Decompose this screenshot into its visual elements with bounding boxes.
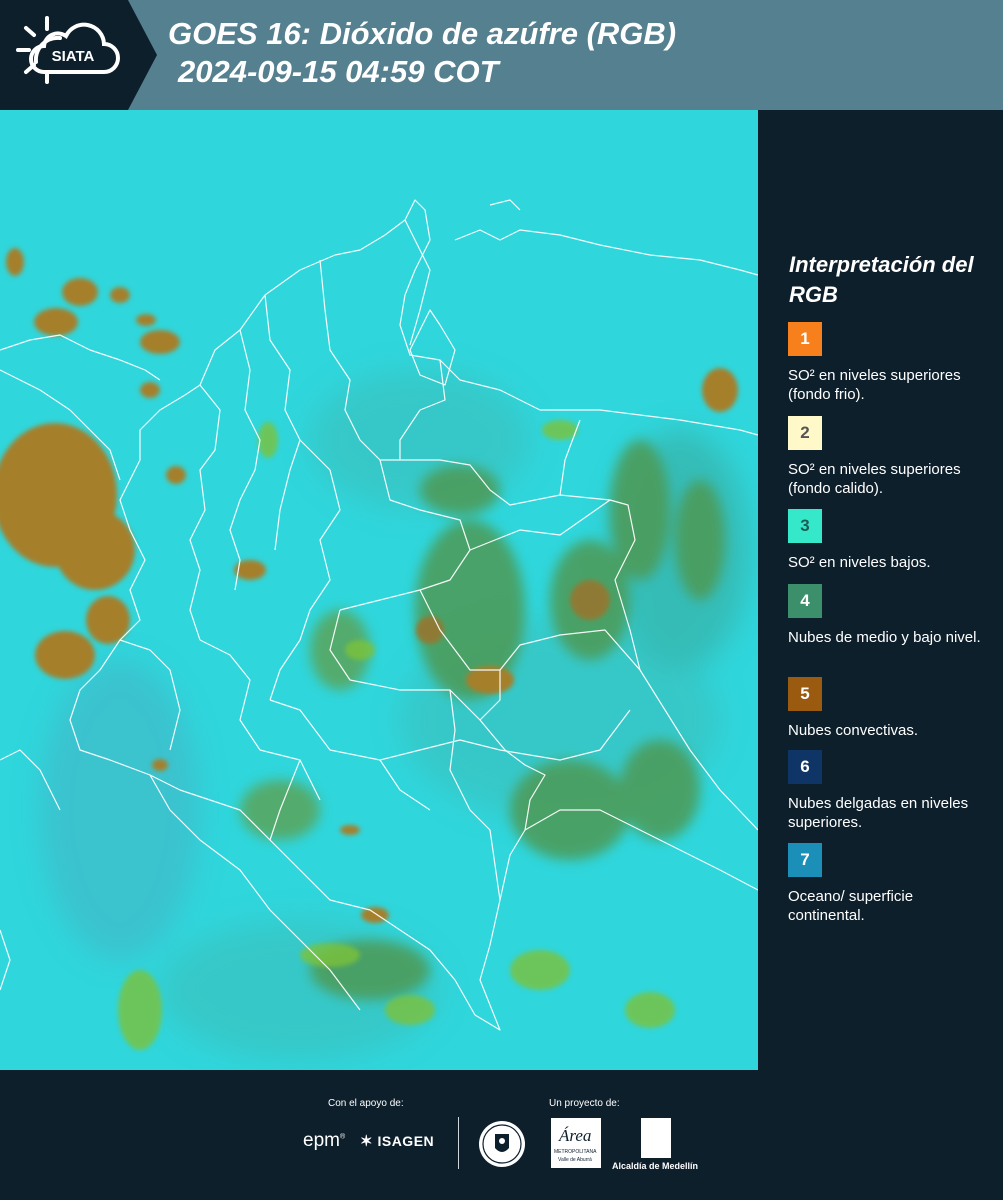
page-timestamp: 2024-09-15 04:59 COT bbox=[178, 54, 499, 89]
legend-item-7: 7 Oceano/ superficie continental. bbox=[788, 843, 988, 925]
legend-number: 3 bbox=[800, 516, 810, 535]
area-metropolitana-logo: Área METROPOLITANA Valle de Aburrá bbox=[551, 1118, 601, 1168]
support-caption: Con el apoyo de: bbox=[328, 1098, 404, 1109]
medellin-seal bbox=[478, 1118, 526, 1175]
legend-text: SO² en niveles bajos. bbox=[788, 554, 931, 571]
header: SIATA GOES 16: Dióxido de azúfre (RGB) 2… bbox=[0, 0, 1003, 110]
footer: Con el apoyo de: Un proyecto de: epm® ✶ … bbox=[0, 1070, 1003, 1200]
legend-number: 5 bbox=[800, 684, 810, 703]
legend-number: 1 bbox=[800, 329, 810, 348]
page-title: GOES 16: Dióxido de azúfre (RGB) bbox=[168, 16, 677, 51]
isagen-icon: ✶ bbox=[360, 1133, 374, 1150]
alcaldia-label: Alcaldía de Medellín bbox=[612, 1161, 699, 1171]
footer-divider bbox=[458, 1117, 459, 1169]
legend-number: 7 bbox=[800, 850, 810, 869]
legend-text: SO² en niveles superiores (fondo frio). bbox=[788, 367, 961, 403]
project-caption: Un proyecto de: bbox=[549, 1098, 620, 1109]
legend-swatch-2: 2 bbox=[788, 416, 822, 450]
siata-logo: SIATA bbox=[0, 0, 157, 110]
legend-text: Nubes delgadas en niveles superiores. bbox=[788, 795, 969, 831]
legend-text: SO² en niveles superiores (fondo calido)… bbox=[788, 461, 961, 497]
legend-swatch-1: 1 bbox=[788, 322, 822, 356]
legend-panel: Interpretación del RGB 1 SO² en niveles … bbox=[760, 110, 1003, 1068]
legend-item-6: 6 Nubes delgadas en niveles superiores. bbox=[788, 750, 988, 832]
legend-text: Nubes de medio y bajo nivel. bbox=[788, 629, 981, 646]
legend-text: Nubes convectivas. bbox=[788, 722, 919, 739]
satellite-map bbox=[0, 110, 758, 1070]
legend-item-2: 2 SO² en niveles superiores (fondo calid… bbox=[788, 416, 988, 498]
legend-number: 2 bbox=[800, 423, 810, 442]
legend-item-3: 3 SO² en niveles bajos. bbox=[788, 509, 988, 572]
legend-swatch-3: 3 bbox=[788, 509, 822, 543]
legend-item-5: 5 Nubes convectivas. bbox=[788, 677, 988, 740]
legend-swatch-5: 5 bbox=[788, 677, 822, 711]
isagen-logo: ✶ ISAGEN bbox=[360, 1133, 435, 1150]
legend-number: 6 bbox=[800, 757, 810, 776]
legend-swatch-7: 7 bbox=[788, 843, 822, 877]
legend-text: Oceano/ superficie continental. bbox=[788, 888, 914, 924]
legend-item-4: 4 Nubes de medio y bajo nivel. bbox=[788, 584, 988, 647]
legend-item-1: 1 SO² en niveles superiores (fondo frio)… bbox=[788, 322, 988, 404]
logo-text: SIATA bbox=[52, 48, 95, 65]
epm-logo: epm® bbox=[303, 1130, 346, 1151]
alcaldia-shield-icon bbox=[641, 1118, 671, 1158]
legend-swatch-6: 6 bbox=[788, 750, 822, 784]
legend-title: Interpretación del RGB bbox=[789, 252, 974, 307]
legend-swatch-4: 4 bbox=[788, 584, 822, 618]
legend-number: 4 bbox=[800, 591, 810, 610]
